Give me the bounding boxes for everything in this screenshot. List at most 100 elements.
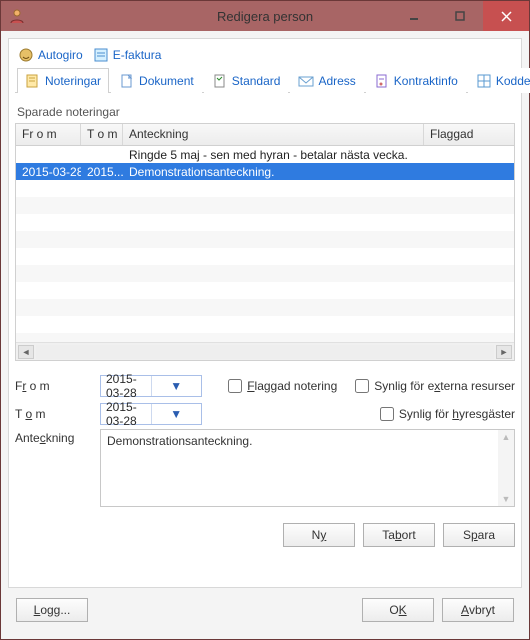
- cell-anteck: [123, 256, 424, 258]
- client-area: Autogiro E-faktura Noteringar Dokument: [1, 31, 529, 639]
- flagged-checkbox-input[interactable]: [228, 379, 242, 393]
- grid-body[interactable]: Ringde 5 maj - sen med hyran - betalar n…: [16, 146, 514, 342]
- table-row[interactable]: 2015-03-282015...Demonstrationsantecknin…: [16, 163, 514, 180]
- autogiro-link[interactable]: Autogiro: [18, 47, 83, 63]
- cell-tom: [81, 222, 123, 224]
- cell-from: 2015-03-28: [16, 164, 81, 180]
- cell-anteck: [123, 324, 424, 326]
- note-textarea[interactable]: Demonstrationsanteckning. ▲▼: [100, 429, 515, 507]
- scroll-track[interactable]: [36, 345, 494, 359]
- notes-icon: [25, 73, 41, 89]
- header-flag[interactable]: Flaggad: [424, 124, 514, 145]
- table-row[interactable]: [16, 316, 514, 333]
- tab-kontraktinfo-label: Kontraktinfo: [394, 74, 458, 88]
- tab-standard-label: Standard: [232, 74, 281, 88]
- cell-from: [16, 290, 81, 292]
- external-checkbox[interactable]: Synlig för externa resurser: [355, 379, 515, 393]
- cell-flag: [424, 256, 514, 258]
- note-buttons: Ny Ta bort Spara: [15, 523, 515, 547]
- table-row[interactable]: [16, 180, 514, 197]
- table-row[interactable]: [16, 282, 514, 299]
- cell-tom: [81, 256, 123, 258]
- tab-koddelsvarden-label: Koddelsvärden: [496, 74, 530, 88]
- cancel-button[interactable]: Avbryt: [442, 598, 514, 622]
- table-row[interactable]: [16, 197, 514, 214]
- form-area: Fr o m 2015-03-28 ▼ Flaggad notering Syn…: [15, 375, 515, 547]
- tenant-checkbox[interactable]: Synlig för hyresgäster: [380, 407, 515, 421]
- from-date-value: 2015-03-28: [101, 372, 151, 400]
- flagged-checkbox[interactable]: Flaggad notering: [228, 379, 337, 393]
- close-button[interactable]: [483, 1, 529, 31]
- tab-kontraktinfo[interactable]: Kontraktinfo: [366, 68, 466, 93]
- table-row[interactable]: [16, 299, 514, 316]
- tom-date-value: 2015-03-28: [101, 400, 151, 428]
- cell-from: [16, 256, 81, 258]
- tenant-label: Synlig för hyresgäster: [399, 407, 515, 421]
- cell-tom: [81, 273, 123, 275]
- grid-scrollbar[interactable]: ◄ ►: [16, 342, 514, 360]
- cell-flag: [424, 324, 514, 326]
- cell-from: [16, 154, 81, 156]
- window: Redigera person Autogiro E-faktura: [0, 0, 530, 640]
- efaktura-link[interactable]: E-faktura: [93, 47, 162, 63]
- table-row[interactable]: [16, 214, 514, 231]
- cell-tom: [81, 290, 123, 292]
- cell-flag: [424, 273, 514, 275]
- table-row[interactable]: [16, 248, 514, 265]
- cell-from: [16, 239, 81, 241]
- cell-flag: [424, 239, 514, 241]
- table-row[interactable]: [16, 265, 514, 282]
- notes-grid: Fr o m T o m Anteckning Flaggad Ringde 5…: [15, 123, 515, 361]
- section-label: Sparade noteringar: [17, 105, 513, 119]
- cell-flag: [424, 188, 514, 190]
- scroll-left-icon[interactable]: ◄: [18, 345, 34, 359]
- titlebar: Redigera person: [1, 1, 529, 31]
- tab-noteringar[interactable]: Noteringar: [17, 68, 109, 93]
- cell-tom: [81, 188, 123, 190]
- cell-flag: [424, 154, 514, 156]
- contract-icon: [374, 73, 390, 89]
- tab-adress-label: Adress: [318, 74, 355, 88]
- new-button[interactable]: Ny: [283, 523, 355, 547]
- efaktura-label: E-faktura: [113, 48, 162, 62]
- cell-anteck: [123, 188, 424, 190]
- tab-dokument[interactable]: Dokument: [111, 68, 202, 93]
- external-label: Synlig för externa resurser: [374, 379, 515, 393]
- header-from[interactable]: Fr o m: [16, 124, 81, 145]
- scroll-right-icon[interactable]: ►: [496, 345, 512, 359]
- log-button[interactable]: Logg...: [16, 598, 88, 622]
- cell-flag: [424, 205, 514, 207]
- tab-koddelsvarden[interactable]: Koddelsvärden: [468, 68, 530, 93]
- autogiro-icon: [18, 47, 34, 63]
- textarea-scrollbar[interactable]: ▲▼: [498, 430, 514, 506]
- from-label: Fr o m: [15, 379, 100, 393]
- tab-adress[interactable]: Adress: [290, 68, 363, 93]
- maximize-button[interactable]: [437, 1, 483, 31]
- external-checkbox-input[interactable]: [355, 379, 369, 393]
- minimize-button[interactable]: [391, 1, 437, 31]
- cell-anteck: [123, 290, 424, 292]
- efaktura-icon: [93, 47, 109, 63]
- table-row[interactable]: Ringde 5 maj - sen med hyran - betalar n…: [16, 146, 514, 163]
- cell-flag: [424, 171, 514, 173]
- main-panel: Autogiro E-faktura Noteringar Dokument: [8, 38, 522, 588]
- grid-header: Fr o m T o m Anteckning Flaggad: [16, 124, 514, 146]
- ok-button[interactable]: OK: [362, 598, 434, 622]
- delete-button[interactable]: Ta bort: [363, 523, 435, 547]
- table-row[interactable]: [16, 333, 514, 342]
- autogiro-label: Autogiro: [38, 48, 83, 62]
- header-anteck[interactable]: Anteckning: [123, 124, 424, 145]
- note-textarea-value: Demonstrationsanteckning.: [107, 434, 252, 448]
- from-date-input[interactable]: 2015-03-28 ▼: [100, 375, 202, 397]
- cell-tom: [81, 205, 123, 207]
- tab-standard[interactable]: Standard: [204, 68, 289, 93]
- cell-from: [16, 222, 81, 224]
- cell-anteck: [123, 307, 424, 309]
- tom-label: T o m: [15, 407, 100, 421]
- window-title: Redigera person: [217, 9, 313, 24]
- tenant-checkbox-input[interactable]: [380, 407, 394, 421]
- header-tom[interactable]: T o m: [81, 124, 123, 145]
- save-button[interactable]: Spara: [443, 523, 515, 547]
- table-row[interactable]: [16, 231, 514, 248]
- tom-date-input[interactable]: 2015-03-28 ▼: [100, 403, 202, 425]
